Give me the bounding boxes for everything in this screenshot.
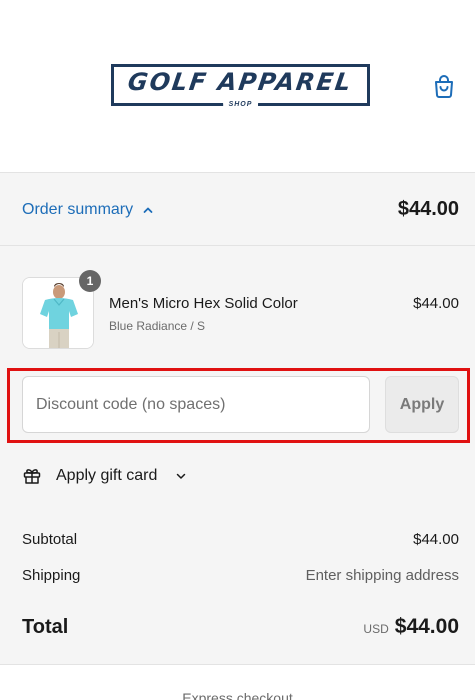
order-summary-toggle[interactable]: Order summary (22, 201, 154, 219)
summary-total-price: $44.00 (397, 198, 459, 220)
total-label: Total (22, 616, 69, 638)
apply-gift-card-toggle[interactable]: Apply gift card (22, 466, 187, 486)
product-variant: Blue Radiance / S (109, 319, 206, 333)
express-checkout-label: Express checkout (182, 690, 293, 700)
gift-card-label: Apply gift card (56, 467, 158, 484)
discount-code-input[interactable] (22, 376, 370, 433)
header: GOLF APPAREL SHOP (0, 0, 475, 173)
order-summary-content: 1 Men's Micro Hex Solid Color Blue Radia… (0, 246, 475, 664)
subtotal-label: Subtotal (22, 531, 78, 548)
chevron-down-icon (177, 473, 186, 479)
gift-icon (23, 469, 41, 484)
shipping-label: Shipping (22, 567, 81, 584)
subtotal-row: Subtotal $44.00 (22, 531, 459, 548)
quantity-badge: 1 (79, 270, 101, 292)
currency-code: USD (363, 622, 389, 636)
shopping-bag-icon[interactable] (431, 73, 457, 99)
order-summary-label: Order summary (22, 201, 134, 218)
product-price: $44.00 (413, 295, 459, 312)
express-checkout-section: Express checkout (0, 664, 475, 700)
order-summary-bar[interactable]: Order summary $44.00 (0, 173, 475, 246)
total-amount: $44.00 (394, 615, 459, 638)
shipping-value: Enter shipping address (305, 567, 459, 584)
apply-discount-button[interactable]: Apply (385, 376, 459, 433)
logo-subtext: SHOP (172, 99, 309, 110)
chevron-up-icon (143, 207, 153, 213)
subtotal-value: $44.00 (413, 531, 459, 548)
shipping-row: Shipping Enter shipping address (22, 567, 459, 584)
logo-text: GOLF APPAREL (126, 68, 355, 96)
total-amount-group: USD $44.00 (363, 615, 459, 639)
total-row: Total USD $44.00 (22, 615, 459, 639)
store-logo[interactable]: GOLF APPAREL SHOP (111, 64, 370, 110)
product-name: Men's Micro Hex Solid Color (109, 295, 298, 312)
